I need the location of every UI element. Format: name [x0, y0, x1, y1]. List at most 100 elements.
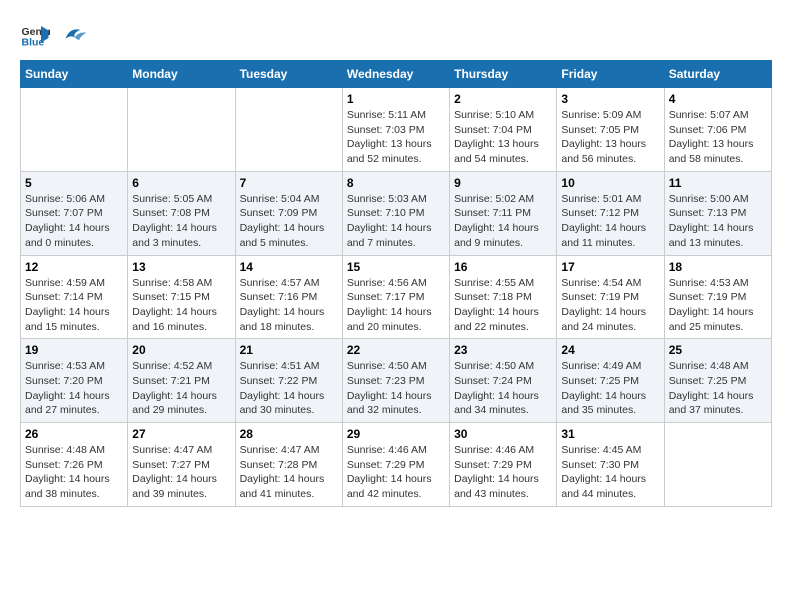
calendar-cell: 23 Sunrise: 4:50 AM Sunset: 7:24 PM Dayli…: [450, 339, 557, 423]
calendar-cell: 12 Sunrise: 4:59 AM Sunset: 7:14 PM Dayli…: [21, 255, 128, 339]
day-info: Sunrise: 4:52 AM Sunset: 7:21 PM Dayligh…: [132, 359, 230, 418]
day-info: Sunrise: 4:55 AM Sunset: 7:18 PM Dayligh…: [454, 276, 552, 335]
day-info: Sunrise: 4:46 AM Sunset: 7:29 PM Dayligh…: [347, 443, 445, 502]
day-number: 12: [25, 260, 123, 274]
day-number: 2: [454, 92, 552, 106]
header-friday: Friday: [557, 61, 664, 88]
calendar-cell: 13Sunrise: 4:58 AM Sunset: 7:15 PM Dayli…: [128, 255, 235, 339]
day-number: 29: [347, 427, 445, 441]
day-number: 11: [669, 176, 767, 190]
day-number: 8: [347, 176, 445, 190]
week-row-4: 19Sunrise: 4:53 AM Sunset: 7:20 PM Dayli…: [21, 339, 772, 423]
day-number: 21: [240, 343, 338, 357]
day-number: 10: [561, 176, 659, 190]
calendar-cell: 26 Sunrise: 4:48 AM Sunset: 7:26 PM Dayli…: [21, 423, 128, 507]
logo-bird-icon: [58, 20, 88, 50]
day-number: 31: [561, 427, 659, 441]
day-number: 6: [132, 176, 230, 190]
header-tuesday: Tuesday: [235, 61, 342, 88]
calendar-cell: 18Sunrise: 4:53 AM Sunset: 7:19 PM Dayli…: [664, 255, 771, 339]
calendar-cell: 3 Sunrise: 5:09 AM Sunset: 7:05 PM Daylig…: [557, 88, 664, 172]
calendar-table: SundayMondayTuesdayWednesdayThursdayFrid…: [20, 60, 772, 507]
day-number: 7: [240, 176, 338, 190]
header-sunday: Sunday: [21, 61, 128, 88]
week-row-3: 12 Sunrise: 4:59 AM Sunset: 7:14 PM Dayli…: [21, 255, 772, 339]
day-info: Sunrise: 4:58 AM Sunset: 7:15 PM Dayligh…: [132, 276, 230, 335]
calendar-cell: [21, 88, 128, 172]
calendar-cell: 24 Sunrise: 4:49 AM Sunset: 7:25 PM Dayli…: [557, 339, 664, 423]
day-info: Sunrise: 4:53 AM Sunset: 7:19 PM Dayligh…: [669, 276, 767, 335]
day-info: Sunrise: 4:45 AM Sunset: 7:30 PM Dayligh…: [561, 443, 659, 502]
day-number: 28: [240, 427, 338, 441]
svg-text:Blue: Blue: [22, 37, 45, 49]
day-info: Sunrise: 4:48 AM Sunset: 7:26 PM Dayligh…: [25, 443, 123, 502]
day-info: Sunrise: 5:06 AM Sunset: 7:07 PM Dayligh…: [25, 192, 123, 251]
day-number: 17: [561, 260, 659, 274]
day-number: 26: [25, 427, 123, 441]
calendar-cell: 4Sunrise: 5:07 AM Sunset: 7:06 PM Daylig…: [664, 88, 771, 172]
calendar-cell: 7 Sunrise: 5:04 AM Sunset: 7:09 PM Daylig…: [235, 171, 342, 255]
day-info: Sunrise: 4:47 AM Sunset: 7:27 PM Dayligh…: [132, 443, 230, 502]
day-info: Sunrise: 5:00 AM Sunset: 7:13 PM Dayligh…: [669, 192, 767, 251]
day-number: 27: [132, 427, 230, 441]
header-thursday: Thursday: [450, 61, 557, 88]
calendar-cell: 9Sunrise: 5:02 AM Sunset: 7:11 PM Daylig…: [450, 171, 557, 255]
day-number: 23: [454, 343, 552, 357]
day-number: 25: [669, 343, 767, 357]
day-info: Sunrise: 4:47 AM Sunset: 7:28 PM Dayligh…: [240, 443, 338, 502]
page-header: General Blue: [20, 20, 772, 50]
calendar-header-row: SundayMondayTuesdayWednesdayThursdayFrid…: [21, 61, 772, 88]
calendar-cell: 21 Sunrise: 4:51 AM Sunset: 7:22 PM Dayli…: [235, 339, 342, 423]
calendar-cell: 28 Sunrise: 4:47 AM Sunset: 7:28 PM Dayli…: [235, 423, 342, 507]
day-info: Sunrise: 4:46 AM Sunset: 7:29 PM Dayligh…: [454, 443, 552, 502]
calendar-cell: 6 Sunrise: 5:05 AM Sunset: 7:08 PM Daylig…: [128, 171, 235, 255]
calendar-cell: 29 Sunrise: 4:46 AM Sunset: 7:29 PM Dayli…: [342, 423, 449, 507]
day-info: Sunrise: 5:02 AM Sunset: 7:11 PM Dayligh…: [454, 192, 552, 251]
day-number: 22: [347, 343, 445, 357]
day-info: Sunrise: 4:50 AM Sunset: 7:24 PM Dayligh…: [454, 359, 552, 418]
calendar-cell: 20 Sunrise: 4:52 AM Sunset: 7:21 PM Dayli…: [128, 339, 235, 423]
logo-icon: General Blue: [20, 20, 50, 50]
day-number: 3: [561, 92, 659, 106]
calendar-cell: 31 Sunrise: 4:45 AM Sunset: 7:30 PM Dayli…: [557, 423, 664, 507]
calendar-cell: 16 Sunrise: 4:55 AM Sunset: 7:18 PM Dayli…: [450, 255, 557, 339]
calendar-cell: [235, 88, 342, 172]
calendar-cell: 17 Sunrise: 4:54 AM Sunset: 7:19 PM Dayli…: [557, 255, 664, 339]
day-number: 1: [347, 92, 445, 106]
calendar-cell: 30 Sunrise: 4:46 AM Sunset: 7:29 PM Dayli…: [450, 423, 557, 507]
calendar-cell: 27 Sunrise: 4:47 AM Sunset: 7:27 PM Dayli…: [128, 423, 235, 507]
day-number: 15: [347, 260, 445, 274]
day-info: Sunrise: 5:04 AM Sunset: 7:09 PM Dayligh…: [240, 192, 338, 251]
calendar-cell: [128, 88, 235, 172]
day-info: Sunrise: 5:09 AM Sunset: 7:05 PM Dayligh…: [561, 108, 659, 167]
day-info: Sunrise: 5:05 AM Sunset: 7:08 PM Dayligh…: [132, 192, 230, 251]
header-wednesday: Wednesday: [342, 61, 449, 88]
day-info: Sunrise: 4:50 AM Sunset: 7:23 PM Dayligh…: [347, 359, 445, 418]
header-monday: Monday: [128, 61, 235, 88]
day-info: Sunrise: 4:53 AM Sunset: 7:20 PM Dayligh…: [25, 359, 123, 418]
day-info: Sunrise: 5:01 AM Sunset: 7:12 PM Dayligh…: [561, 192, 659, 251]
week-row-2: 5 Sunrise: 5:06 AM Sunset: 7:07 PM Daylig…: [21, 171, 772, 255]
day-info: Sunrise: 4:59 AM Sunset: 7:14 PM Dayligh…: [25, 276, 123, 335]
day-number: 16: [454, 260, 552, 274]
day-info: Sunrise: 4:51 AM Sunset: 7:22 PM Dayligh…: [240, 359, 338, 418]
calendar-cell: [664, 423, 771, 507]
day-number: 5: [25, 176, 123, 190]
day-number: 30: [454, 427, 552, 441]
calendar-cell: 22 Sunrise: 4:50 AM Sunset: 7:23 PM Dayli…: [342, 339, 449, 423]
calendar-cell: 19Sunrise: 4:53 AM Sunset: 7:20 PM Dayli…: [21, 339, 128, 423]
week-row-5: 26 Sunrise: 4:48 AM Sunset: 7:26 PM Dayli…: [21, 423, 772, 507]
calendar-cell: 25Sunrise: 4:48 AM Sunset: 7:25 PM Dayli…: [664, 339, 771, 423]
day-info: Sunrise: 4:54 AM Sunset: 7:19 PM Dayligh…: [561, 276, 659, 335]
header-saturday: Saturday: [664, 61, 771, 88]
calendar-cell: 5 Sunrise: 5:06 AM Sunset: 7:07 PM Daylig…: [21, 171, 128, 255]
calendar-cell: 11 Sunrise: 5:00 AM Sunset: 7:13 PM Dayli…: [664, 171, 771, 255]
day-number: 24: [561, 343, 659, 357]
day-info: Sunrise: 5:07 AM Sunset: 7:06 PM Dayligh…: [669, 108, 767, 167]
day-info: Sunrise: 5:03 AM Sunset: 7:10 PM Dayligh…: [347, 192, 445, 251]
day-info: Sunrise: 4:49 AM Sunset: 7:25 PM Dayligh…: [561, 359, 659, 418]
calendar-cell: 14Sunrise: 4:57 AM Sunset: 7:16 PM Dayli…: [235, 255, 342, 339]
calendar-cell: 10 Sunrise: 5:01 AM Sunset: 7:12 PM Dayli…: [557, 171, 664, 255]
calendar-cell: 1Sunrise: 5:11 AM Sunset: 7:03 PM Daylig…: [342, 88, 449, 172]
day-number: 20: [132, 343, 230, 357]
